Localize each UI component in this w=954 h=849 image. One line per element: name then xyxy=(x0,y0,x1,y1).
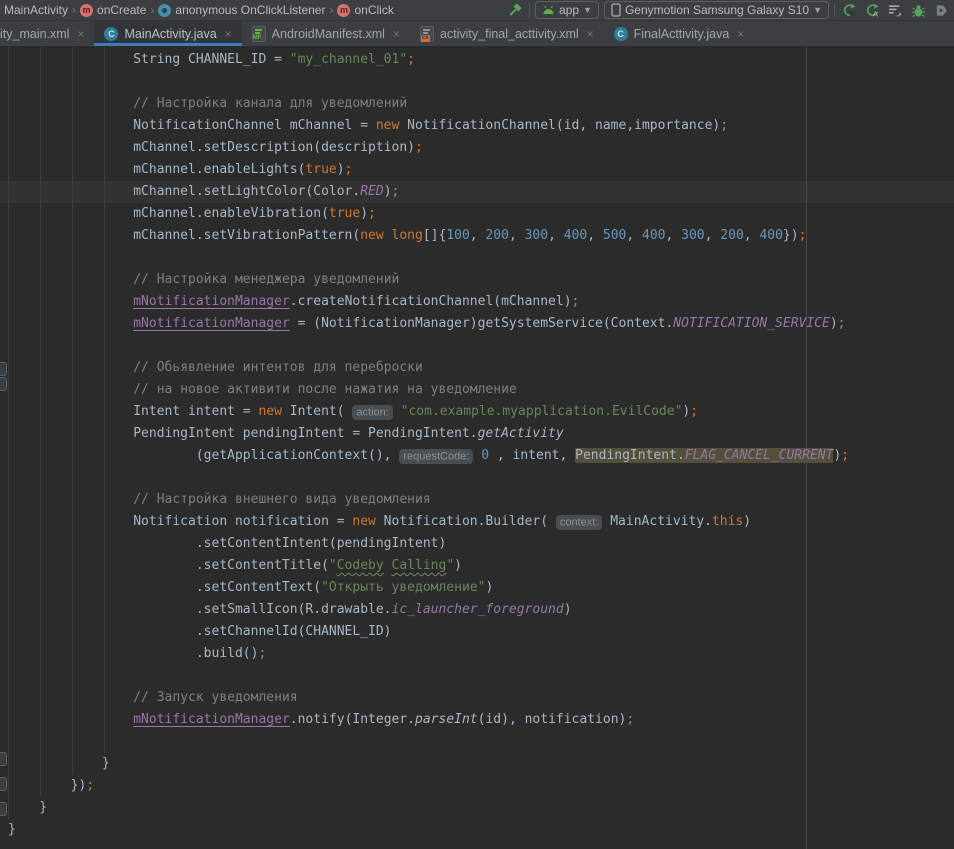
navigation-bar: MainActivity › monCreate › anonymous OnClick… xyxy=(0,0,954,21)
code-line[interactable]: .setContentText("Открыть уведомление") xyxy=(0,577,954,599)
phone-icon xyxy=(611,3,621,17)
code-line[interactable]: mChannel.enableVibration(true); xyxy=(0,203,954,225)
code-line[interactable]: // Настройка канала для уведомлений xyxy=(0,93,954,115)
close-tab-icon[interactable]: × xyxy=(225,27,232,41)
method-icon: m xyxy=(337,4,350,17)
code-line[interactable]: mNotificationManager = (NotificationMana… xyxy=(0,313,954,335)
ide-window: MainActivity › monCreate › anonymous OnClick… xyxy=(0,0,954,849)
code-line[interactable] xyxy=(0,731,954,753)
code-line[interactable]: // Запуск уведомления xyxy=(0,687,954,709)
toolbar-separator xyxy=(529,3,530,17)
tab-label: AndroidManifest.xml xyxy=(272,27,385,41)
code-line[interactable]: // Обьявление интентов для переброски xyxy=(0,357,954,379)
code-line[interactable] xyxy=(0,71,954,93)
code-line[interactable]: // Настройка менеджера уведомлений xyxy=(0,269,954,291)
editor-tab-bar: ity_main.xml × C MainActivity.java × MF Androi… xyxy=(0,21,954,47)
anonymous-class-icon xyxy=(158,4,171,17)
code-line[interactable]: Intent intent = new Intent( action: "com… xyxy=(0,401,954,423)
code-line[interactable]: // Настройка внешнего вида уведомления xyxy=(0,489,954,511)
code-line[interactable]: } xyxy=(0,819,954,841)
device-label: Genymotion Samsung Galaxy S10 xyxy=(625,3,809,17)
close-tab-icon[interactable]: × xyxy=(737,27,744,41)
code-line[interactable]: }); xyxy=(0,775,954,797)
android-icon xyxy=(542,5,555,15)
tab-AndroidManifest.xml[interactable]: MF AndroidManifest.xml × xyxy=(242,21,410,46)
code-line[interactable]: mChannel.setDescription(description); xyxy=(0,137,954,159)
breadcrumb-item[interactable]: MainActivity xyxy=(4,3,68,17)
java-class-icon: C xyxy=(104,27,118,41)
code-line[interactable] xyxy=(0,247,954,269)
toolbar-separator xyxy=(834,3,835,17)
debug-icon[interactable] xyxy=(909,1,927,19)
svg-text:A: A xyxy=(872,9,877,18)
chevron-down-icon: ▼ xyxy=(813,5,822,15)
code-line[interactable]: PendingIntent pendingIntent = PendingInt… xyxy=(0,423,954,445)
fold-marker[interactable] xyxy=(0,362,7,376)
fold-marker[interactable] xyxy=(0,377,7,391)
code-line[interactable] xyxy=(0,665,954,687)
code-line[interactable]: // на новое активити после нажатия на ув… xyxy=(0,379,954,401)
breadcrumb: MainActivity › monCreate › anonymous OnClick… xyxy=(4,3,394,17)
attach-debugger-icon[interactable] xyxy=(932,1,950,19)
build-hammer-icon[interactable] xyxy=(506,1,524,19)
device-select[interactable]: Genymotion Samsung Galaxy S10 ▼ xyxy=(604,1,829,19)
code-line[interactable]: .setChannelId(CHANNEL_ID) xyxy=(0,621,954,643)
code-line[interactable]: } xyxy=(0,797,954,819)
tab-FinalActtivity.java[interactable]: C FinalActtivity.java × xyxy=(604,21,755,46)
tab-ity_main.xml[interactable]: ity_main.xml × xyxy=(0,21,94,46)
chevron-down-icon: ▼ xyxy=(583,5,592,15)
code-line[interactable]: mChannel.setLightColor(Color.RED); xyxy=(0,181,954,203)
close-tab-icon[interactable]: × xyxy=(587,27,594,41)
code-line[interactable]: .setSmallIcon(R.drawable.ic_launcher_for… xyxy=(0,599,954,621)
code-line[interactable]: String CHANNEL_ID = "my_channel_01"; xyxy=(0,49,954,71)
tab-activity_final_acttivity.xml[interactable]: cx activity_final_acttivity.xml × xyxy=(410,21,604,46)
apply-changes-restart-icon[interactable] xyxy=(840,1,858,19)
run-configuration-select[interactable]: app ▼ xyxy=(535,1,599,19)
code-line[interactable]: mChannel.setVibrationPattern(new long[]{… xyxy=(0,225,954,247)
sync-run-tasks-icon[interactable] xyxy=(886,1,904,19)
method-icon: m xyxy=(80,4,93,17)
layout-xml-file-icon: cx xyxy=(420,26,434,42)
code-line[interactable]: mNotificationManager.createNotificationC… xyxy=(0,291,954,313)
code-line[interactable]: Notification notification = new Notifica… xyxy=(0,511,954,533)
code-editor[interactable]: String CHANNEL_ID = "my_channel_01"; // … xyxy=(0,47,954,849)
breadcrumb-item[interactable]: monClick xyxy=(337,3,393,17)
code-line[interactable]: mNotificationManager.notify(Integer.pars… xyxy=(0,709,954,731)
code-line[interactable] xyxy=(0,335,954,357)
close-tab-icon[interactable]: × xyxy=(393,27,400,41)
fold-marker[interactable] xyxy=(0,777,7,791)
code-area: String CHANNEL_ID = "my_channel_01"; // … xyxy=(0,47,954,849)
breadcrumb-separator: › xyxy=(329,3,333,17)
code-line[interactable]: .build(); xyxy=(0,643,954,665)
code-line[interactable] xyxy=(0,467,954,489)
breadcrumb-item[interactable]: anonymous OnClickListener xyxy=(158,3,325,17)
manifest-file-icon: MF xyxy=(252,26,266,42)
tab-label: activity_final_acttivity.xml xyxy=(440,27,579,41)
apply-code-changes-icon[interactable]: A xyxy=(863,1,881,19)
fold-marker[interactable] xyxy=(0,752,7,766)
java-class-icon: C xyxy=(614,27,628,41)
breadcrumb-separator: › xyxy=(72,3,76,17)
tab-MainActivity.java[interactable]: C MainActivity.java × xyxy=(94,21,241,46)
tab-label: MainActivity.java xyxy=(124,27,216,41)
code-line[interactable]: .setContentIntent(pendingIntent) xyxy=(0,533,954,555)
close-tab-icon[interactable]: × xyxy=(77,27,84,41)
code-line[interactable]: (getApplicationContext(), requestCode: 0… xyxy=(0,445,954,467)
tab-label: FinalActtivity.java xyxy=(634,27,730,41)
code-line[interactable]: .setContentTitle("Codeby Calling") xyxy=(0,555,954,577)
fold-marker[interactable] xyxy=(0,802,7,816)
run-configuration-label: app xyxy=(559,3,579,17)
code-line[interactable]: } xyxy=(0,753,954,775)
breadcrumb-separator: › xyxy=(150,3,154,17)
breadcrumb-item[interactable]: monCreate xyxy=(80,3,146,17)
code-line[interactable]: mChannel.enableLights(true); xyxy=(0,159,954,181)
code-line[interactable]: NotificationChannel mChannel = new Notif… xyxy=(0,115,954,137)
tab-label: ity_main.xml xyxy=(0,27,69,41)
